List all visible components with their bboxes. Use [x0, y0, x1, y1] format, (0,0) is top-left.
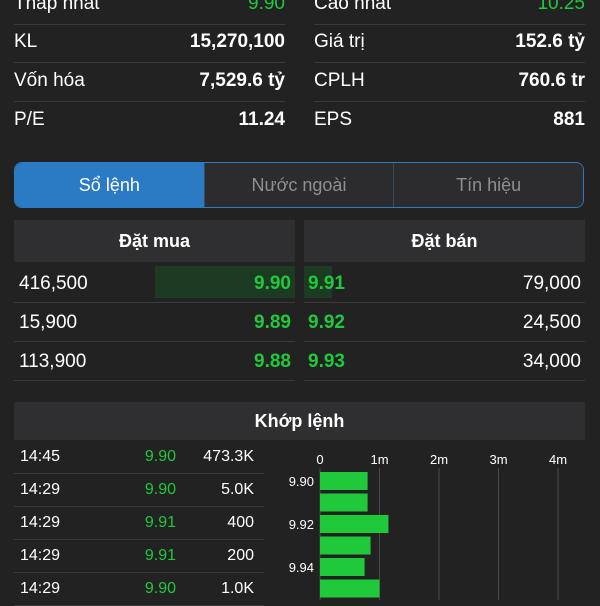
x-tick-label: 1m — [370, 452, 388, 467]
buy-price: 9.90 — [254, 273, 291, 294]
matched-header: Khớp lệnh — [14, 402, 585, 440]
stat-value: 9.90 — [248, 0, 285, 14]
trade-row: 14:29 9.90 1.0K — [14, 573, 264, 606]
sell-volume: 34,000 — [522, 351, 581, 372]
trade-time: 14:29 — [20, 580, 61, 597]
volume-bar — [320, 536, 371, 555]
stat-label: EPS — [314, 109, 353, 130]
y-tick-label: 9.90 — [289, 474, 314, 489]
stat-label: Giá trị — [314, 31, 365, 52]
stat-label: P/E — [14, 109, 45, 130]
buy-order-row[interactable]: 113,900 9.88 — [14, 342, 295, 381]
trade-price: 9.91 — [144, 514, 176, 531]
buy-order-row[interactable]: 15,900 9.89 — [14, 303, 295, 342]
buy-volume: 416,500 — [19, 273, 88, 294]
x-tick-label: 3m — [489, 452, 507, 467]
volume-bar — [320, 472, 368, 490]
trade-row: 14:45 9.90 473.3K — [14, 441, 264, 474]
stat-row: P/E 11.24 EPS 881 — [0, 101, 600, 141]
stat-value: 15,270,100 — [189, 31, 285, 52]
trade-price: 9.90 — [144, 448, 176, 465]
trade-time: 14:29 — [20, 481, 61, 498]
trade-price: 9.91 — [144, 547, 176, 564]
volume-bar — [320, 493, 368, 512]
y-tick-label: 9.94 — [289, 560, 314, 575]
tab-bar: Sổ lệnh Nước ngoài Tín hiệu — [14, 162, 584, 208]
trade-volume: 200 — [227, 547, 254, 564]
trade-price: 9.90 — [144, 580, 176, 597]
sell-order-row[interactable]: 9.92 24,500 — [304, 303, 585, 342]
stat-cell: KL 15,270,100 — [14, 23, 285, 63]
stat-label: KL — [14, 31, 38, 52]
trade-row: 14:29 9.91 200 — [14, 540, 264, 573]
sell-price: 9.92 — [308, 312, 345, 333]
stat-cell: P/E 11.24 — [14, 101, 285, 140]
stat-cell: Vốn hóa 7,529.6 tỷ — [14, 62, 285, 102]
sell-order-row[interactable]: 9.93 34,000 — [304, 342, 585, 381]
trade-price: 9.90 — [144, 481, 176, 498]
stat-value: 7,529.6 tỷ — [199, 70, 285, 91]
stat-cell: CPLH 760.6 tr — [314, 62, 585, 102]
stat-cell: Giá trị 152.6 tỷ — [314, 23, 585, 63]
stat-value: 10.25 — [537, 0, 585, 14]
trade-volume: 473.3K — [203, 448, 254, 465]
trade-volume: 5.0K — [221, 481, 254, 498]
stat-value: 11.24 — [238, 109, 286, 130]
stat-label: Thấp nhất — [14, 0, 100, 14]
stat-row: KL 15,270,100 Giá trị 152.6 tỷ — [0, 23, 600, 63]
volume-by-price-chart: 0 1m 2m 3m 4m 9.90 9.92 9.94 — [289, 452, 567, 600]
trade-time: 14:45 — [20, 448, 61, 465]
volume-bar — [320, 515, 389, 533]
stat-cell: EPS 881 — [314, 101, 585, 140]
x-tick-label: 2m — [430, 452, 448, 467]
sell-volume: 24,500 — [522, 312, 581, 333]
stat-cell: Cao nhất 10.25 — [314, 0, 585, 25]
stat-value: 760.6 tr — [518, 70, 585, 91]
stat-label: Cao nhất — [314, 0, 392, 14]
trade-time: 14:29 — [20, 514, 61, 531]
stat-label: CPLH — [314, 70, 365, 91]
volume-bar — [320, 579, 380, 598]
buy-price: 9.88 — [254, 351, 291, 372]
trade-row: 14:29 9.90 5.0K — [14, 474, 264, 507]
stat-value: 152.6 tỷ — [515, 31, 585, 52]
stats-panel: Thấp nhất 9.90 Cao nhất 10.25 KL 15,270,100 Gi… — [0, 0, 600, 145]
buy-header: Đặt mua — [14, 220, 295, 262]
sell-price: 9.91 — [308, 273, 345, 294]
buy-volume: 15,900 — [19, 312, 78, 333]
trade-row: 14:29 9.91 400 — [14, 507, 264, 540]
sell-header: Đặt bán — [304, 220, 585, 262]
stat-label: Vốn hóa — [14, 70, 85, 91]
sell-order-row[interactable]: 9.91 79,000 — [304, 264, 585, 303]
stat-row: Thấp nhất 9.90 Cao nhất 10.25 — [0, 0, 600, 25]
tab-foreign[interactable]: Nước ngoài — [203, 163, 394, 207]
trade-volume: 400 — [227, 514, 254, 531]
x-tick-label: 0 — [316, 452, 323, 467]
buy-price: 9.89 — [254, 312, 291, 333]
buy-volume: 113,900 — [19, 351, 87, 372]
trade-volume: 1.0K — [221, 580, 254, 597]
trade-time: 14:29 — [20, 547, 61, 564]
stat-cell: Thấp nhất 9.90 — [14, 0, 285, 25]
tab-order-book[interactable]: Sổ lệnh — [15, 163, 204, 207]
volume-bar — [320, 558, 365, 576]
y-tick-label: 9.92 — [289, 517, 314, 532]
x-tick-label: 4m — [549, 452, 567, 467]
sell-price: 9.93 — [308, 351, 345, 372]
buy-order-row[interactable]: 416,500 9.90 — [14, 264, 295, 303]
tab-signals[interactable]: Tín hiệu — [393, 163, 583, 207]
stat-value: 881 — [553, 109, 585, 130]
sell-volume: 79,000 — [522, 273, 581, 294]
stat-row: Vốn hóa 7,529.6 tỷ CPLH 760.6 tr — [0, 62, 600, 102]
